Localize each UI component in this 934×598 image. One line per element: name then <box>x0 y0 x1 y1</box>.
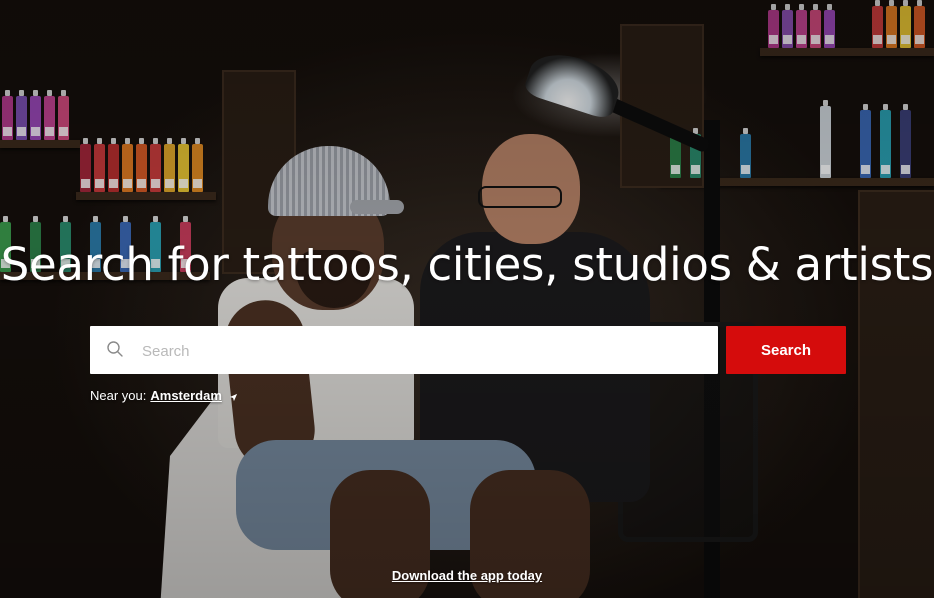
search-input[interactable] <box>140 326 708 376</box>
photo-dark-overlay <box>0 0 934 598</box>
search-box[interactable] <box>90 326 718 376</box>
search-button[interactable]: Search <box>726 326 846 374</box>
search-icon <box>107 341 123 357</box>
near-you-label: Near you: <box>90 388 147 403</box>
hero-background-photo <box>0 0 934 598</box>
location-arrow-icon[interactable] <box>229 393 238 402</box>
near-you-city-link[interactable]: Amsterdam <box>150 388 222 403</box>
near-you-location: Near you: Amsterdam <box>90 388 238 403</box>
hero-headline: Search for tattoos, cities, studios & ar… <box>0 238 934 291</box>
download-app-link[interactable]: Download the app today <box>392 568 542 583</box>
download-app-container: Download the app today <box>0 567 934 585</box>
